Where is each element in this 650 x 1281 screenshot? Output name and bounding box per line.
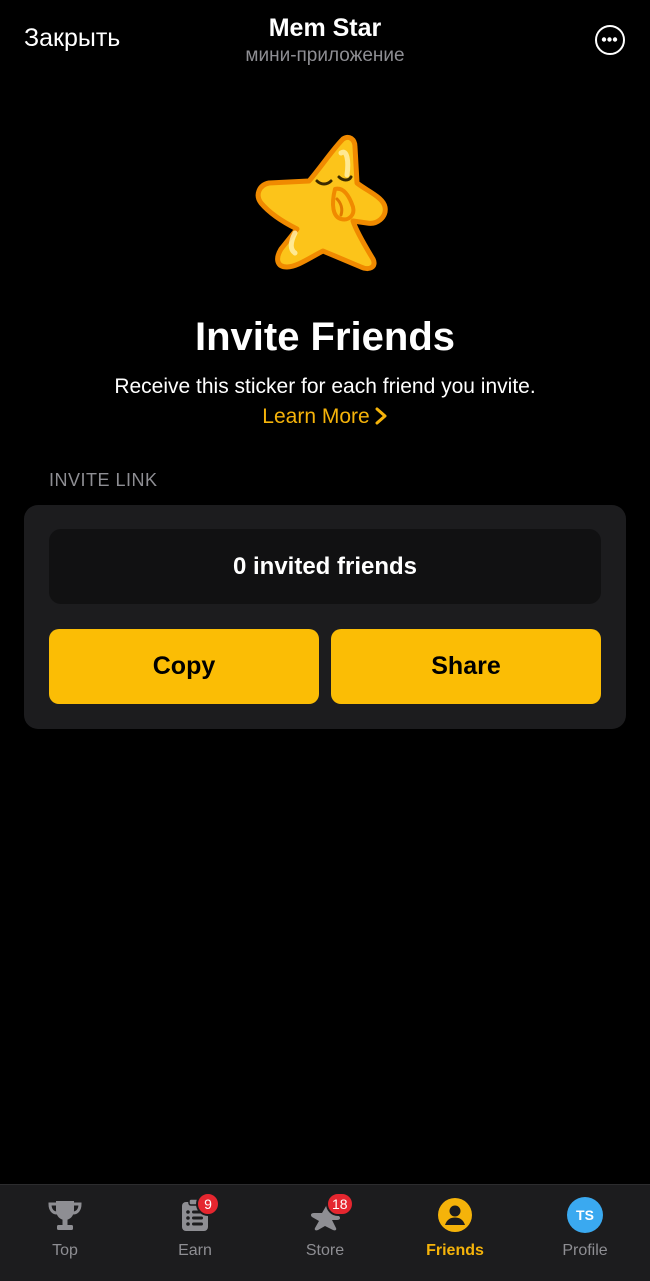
- share-button[interactable]: Share: [331, 629, 601, 704]
- tab-store-label: Store: [305, 1242, 345, 1259]
- learn-more-label: Learn More: [262, 405, 370, 428]
- tab-earn-label: Earn: [178, 1242, 212, 1259]
- tab-friends-label: Friends: [426, 1242, 484, 1259]
- tab-store[interactable]: 18 Store: [260, 1185, 390, 1281]
- app-title: Mem Star: [268, 14, 382, 42]
- learn-more-link[interactable]: Learn More: [262, 405, 387, 428]
- tab-profile-label: Profile: [562, 1242, 608, 1259]
- title-block: Mem Star мини-приложение: [150, 12, 500, 68]
- person-icon: [438, 1198, 472, 1232]
- invite-link-label: INVITE LINK: [49, 470, 158, 490]
- star-sticker-icon: [255, 134, 388, 272]
- invited-count: 0 invited friends: [49, 529, 601, 604]
- chevron-right-icon: [375, 407, 387, 425]
- close-button[interactable]: Закрыть: [24, 24, 120, 53]
- page-heading: Invite Friends: [194, 315, 456, 359]
- tab-profile[interactable]: TS Profile: [520, 1185, 650, 1281]
- more-horizontal-icon: [601, 37, 618, 42]
- earn-badge: 9: [196, 1192, 220, 1216]
- tab-top-label: Top: [52, 1242, 78, 1259]
- store-badge: 18: [326, 1192, 354, 1216]
- tab-friends[interactable]: Friends: [390, 1185, 520, 1281]
- trophy-icon: [48, 1201, 82, 1230]
- header-bar: Закрыть Mem Star мини-приложение: [0, 0, 650, 84]
- tab-top[interactable]: Top: [0, 1185, 130, 1281]
- description-text: Receive this sticker for each friend you…: [100, 372, 550, 432]
- tab-earn[interactable]: 9 Earn: [130, 1185, 260, 1281]
- avatar: TS: [567, 1197, 603, 1233]
- app-subtitle: мини-приложение: [245, 45, 405, 66]
- description-body: Receive this sticker for each friend you…: [114, 375, 536, 398]
- invite-card: 0 invited friends Copy Share: [24, 505, 626, 729]
- tab-bar: Top 9 Earn 18 Store Friends TS Profile: [0, 1184, 650, 1281]
- copy-button[interactable]: Copy: [49, 629, 319, 704]
- more-menu-button[interactable]: [595, 25, 625, 55]
